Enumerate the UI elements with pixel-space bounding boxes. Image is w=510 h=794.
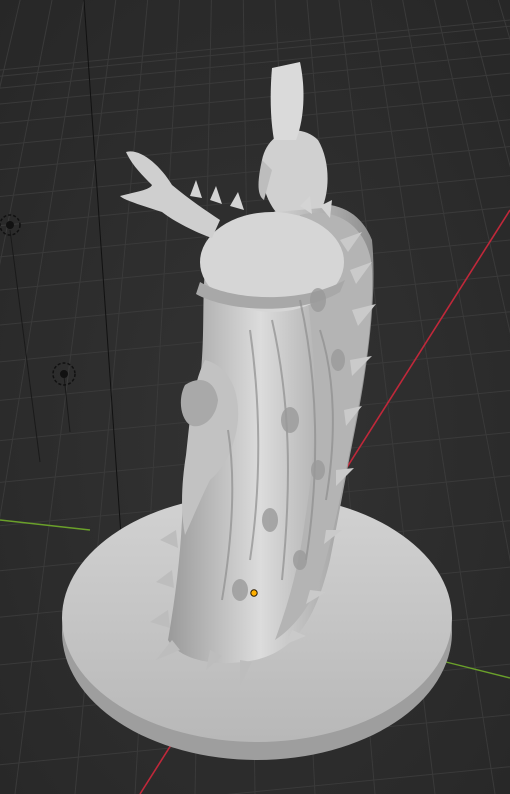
3d-viewport[interactable] bbox=[0, 0, 510, 794]
viewport-canvas[interactable] bbox=[0, 0, 510, 794]
object-origin-icon[interactable] bbox=[250, 589, 258, 597]
